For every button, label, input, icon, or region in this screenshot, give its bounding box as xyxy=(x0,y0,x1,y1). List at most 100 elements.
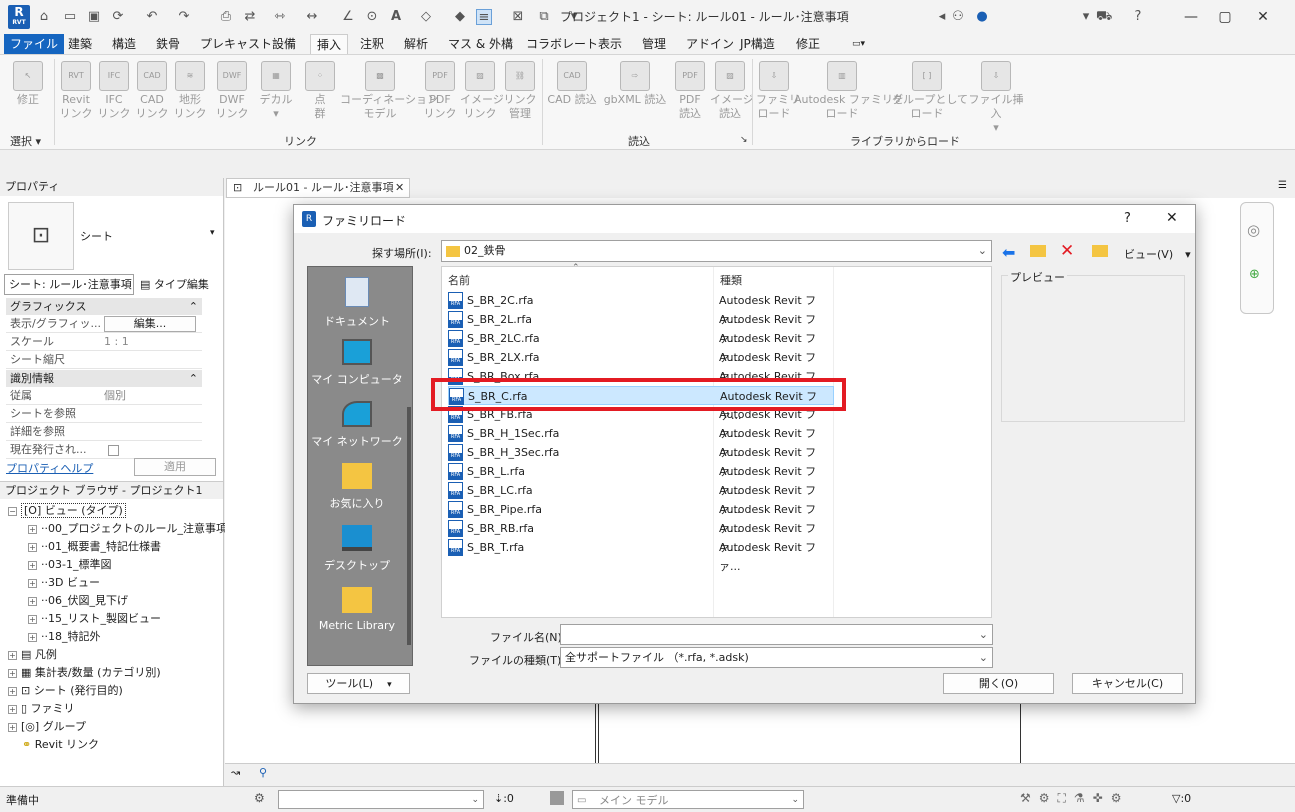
workset-select[interactable]: ⌄ xyxy=(278,790,484,809)
revit-link-button[interactable]: RVT Revit リンク xyxy=(58,61,94,121)
ifc-link-button[interactable]: IFC IFC リンク xyxy=(96,61,132,121)
place-desktop[interactable]: デスクトップ xyxy=(308,525,406,573)
tab-addins[interactable]: アドイン xyxy=(680,34,740,54)
model-select[interactable]: ▭ メイン モデル ⌄ xyxy=(572,790,804,809)
section-icon[interactable]: ◆ xyxy=(452,9,468,25)
decal-button[interactable]: ▦ デカル ▾ xyxy=(256,61,296,121)
point-cloud-button[interactable]: ⁘ 点 群 xyxy=(302,61,338,121)
tree-view-item[interactable]: + ··01_概要書_特記仕様書 xyxy=(28,538,161,556)
close-icon[interactable]: ✕ xyxy=(1248,6,1278,28)
properties-help-link[interactable]: プロパティヘルプ xyxy=(6,460,93,476)
tag-icon[interactable]: ⊙ xyxy=(364,9,380,25)
revit-app-icon[interactable]: R RVT xyxy=(8,5,30,29)
up-folder-icon[interactable] xyxy=(1030,245,1046,257)
dropdown-icon[interactable]: ▾ xyxy=(1078,9,1094,25)
apply-button[interactable]: 適用 xyxy=(134,458,216,476)
workset-icon[interactable]: ⚙ xyxy=(254,791,265,805)
open-button[interactable]: 開く(O) xyxy=(943,673,1054,694)
image-link-button[interactable]: ▨ イメージ リンク xyxy=(460,61,504,121)
zoom-icon[interactable]: ⊕ xyxy=(1249,267,1260,282)
edit-type-button[interactable]: ▤ タイプ編集 xyxy=(140,274,209,295)
file-row[interactable]: S_BR_T.rfaAutodesk Revit ファ... xyxy=(448,538,834,573)
pdf-link-button[interactable]: PDF PDF リンク xyxy=(422,61,458,121)
cancel-button[interactable]: キャンセル(C) xyxy=(1072,673,1183,694)
group-identity[interactable]: 識別情報 ⌃ xyxy=(6,370,202,387)
tree-view-item[interactable]: + ··06_伏図_見下げ xyxy=(28,592,128,610)
open-icon[interactable]: ▭ xyxy=(62,9,78,25)
pdf-import-button[interactable]: PDF PDF 読込 xyxy=(672,61,708,121)
measure-icon[interactable]: ⇿ xyxy=(272,9,288,25)
published-checkbox[interactable] xyxy=(108,445,119,456)
redo-icon[interactable]: ↷ xyxy=(176,9,192,25)
chevron-left-icon[interactable]: ◂ xyxy=(934,9,950,25)
autodesk-family-button[interactable]: ▥ Autodesk ファミリを ロード xyxy=(794,61,904,121)
tab-file[interactable]: ファイル xyxy=(4,34,65,54)
3d-view-icon[interactable]: ◇ xyxy=(418,9,434,25)
help-icon[interactable]: ? xyxy=(1130,9,1146,25)
instance-filter-select[interactable]: シート: ルール･注意事項 ⌄ xyxy=(4,274,134,295)
file-row[interactable]: S_BR_2LC.rfaAutodesk Revit ファ... xyxy=(448,329,834,364)
file-row[interactable]: S_BR_2L.rfaAutodesk Revit ファ... xyxy=(448,310,834,345)
cad-link-button[interactable]: CAD CAD リンク xyxy=(134,61,170,121)
place-documents[interactable]: ドキュメント xyxy=(308,277,406,329)
save-icon[interactable]: ▣ xyxy=(86,9,102,25)
file-row[interactable]: S_BR_H_1Sec.rfaAutodesk Revit ファ... xyxy=(448,424,834,459)
tree-sheets[interactable]: + ⊡ シート (発行目的) xyxy=(8,682,123,700)
design-option-icon[interactable] xyxy=(550,791,564,805)
load-family-button[interactable]: ⇩ ファミリ ロード xyxy=(756,61,800,121)
sync-icon[interactable]: ⟳ xyxy=(110,9,126,25)
tree-families[interactable]: + ▯ ファミリ xyxy=(8,700,75,718)
tab-analyze[interactable]: 解析 xyxy=(398,34,434,54)
new-folder-icon[interactable] xyxy=(1092,245,1108,257)
topo-link-button[interactable]: ≋ 地形 リンク xyxy=(172,61,208,121)
tree-view-item[interactable]: + ··18_特記外 xyxy=(28,628,101,646)
cart-icon[interactable]: ⛟ xyxy=(1096,9,1112,25)
tree-view-item[interactable]: + ··3D ビュー xyxy=(28,574,100,592)
insert-file-button[interactable]: ⇩ ファイル挿入 ▾ xyxy=(964,61,1028,135)
filetype-select[interactable]: 全サポートファイル （*.rfa, *.adsk) ⌄ xyxy=(560,647,993,668)
tab-structure[interactable]: 構造 xyxy=(106,34,142,54)
cad-import-button[interactable]: CAD CAD 読込 xyxy=(546,61,598,107)
manage-links-button[interactable]: ⛓ リンク 管理 xyxy=(502,61,538,121)
home-icon[interactable]: ⌂ xyxy=(36,9,52,25)
tree-groups[interactable]: + [◎] グループ xyxy=(8,718,86,736)
minimize-icon[interactable]: — xyxy=(1176,6,1206,28)
filter-count[interactable]: ▽:0 xyxy=(1172,792,1191,805)
look-in-select[interactable]: 02_鉄骨 ⌄ xyxy=(441,240,992,262)
place-metric-library[interactable]: Metric Library xyxy=(308,587,406,632)
thin-lines-icon[interactable]: ≡ xyxy=(476,9,492,25)
group-graphics[interactable]: グラフィックス ⌃ xyxy=(6,298,202,315)
back-arrow-icon[interactable]: ⬅ xyxy=(1002,243,1015,262)
view-scale-icon[interactable]: ↝ xyxy=(231,766,240,779)
text-icon[interactable]: A xyxy=(388,9,404,25)
tab-annotate[interactable]: 注釈 xyxy=(354,34,390,54)
tab-insert[interactable]: 挿入 xyxy=(310,34,349,54)
tab-steel[interactable]: 鉄骨 xyxy=(150,34,186,54)
column-type-header[interactable]: 種類 xyxy=(720,272,742,288)
tree-revit-links[interactable]: ⚭ Revit リンク xyxy=(22,736,99,754)
pin-icon[interactable]: ⚲ xyxy=(259,766,267,779)
modify-button[interactable]: ↖ 修正 xyxy=(10,61,46,107)
print-icon[interactable]: ⎙ xyxy=(218,9,234,25)
file-row[interactable]: S_BR_2C.rfaAutodesk Revit ファ... xyxy=(448,291,834,326)
place-favorites[interactable]: お気に入り xyxy=(308,463,406,511)
file-row[interactable]: S_BR_H_3Sec.rfaAutodesk Revit ファ... xyxy=(448,443,834,478)
coordination-model-button[interactable]: ▩ コーディネーション モデル xyxy=(340,61,438,121)
delete-icon[interactable]: ✕ xyxy=(1060,241,1074,261)
tree-schedules[interactable]: + ▦ 集計表/数量 (カテゴリ別) xyxy=(8,664,161,682)
selection-filter-icons[interactable]: ⚒⚙⛶⚗✜⚙ xyxy=(1020,791,1130,806)
tabs-menu-icon[interactable]: ☰ xyxy=(1278,180,1287,191)
filename-input[interactable]: ⌄ xyxy=(560,624,993,645)
file-row[interactable]: S_BR_2LX.rfaAutodesk Revit ファ... xyxy=(448,348,834,383)
tab-close-icon[interactable]: ✕ xyxy=(395,179,404,197)
transfer-icon[interactable]: ⇄ xyxy=(242,9,258,25)
dialog-close-icon[interactable]: ✕ xyxy=(1166,210,1178,226)
panel-launcher-icon[interactable]: ↘ xyxy=(740,135,748,145)
gbxml-import-button[interactable]: ⇨ gbXML 読込 xyxy=(600,61,670,107)
tree-view-item[interactable]: + ··03-1_標準図 xyxy=(28,556,111,574)
undo-icon[interactable]: ↶ xyxy=(144,9,160,25)
places-scrollbar[interactable] xyxy=(407,407,411,645)
type-dropdown-icon[interactable]: ▾ xyxy=(210,228,215,238)
dwf-link-button[interactable]: DWF DWF リンク xyxy=(212,61,252,121)
file-row[interactable]: S_BR_RB.rfaAutodesk Revit ファ... xyxy=(448,519,834,554)
